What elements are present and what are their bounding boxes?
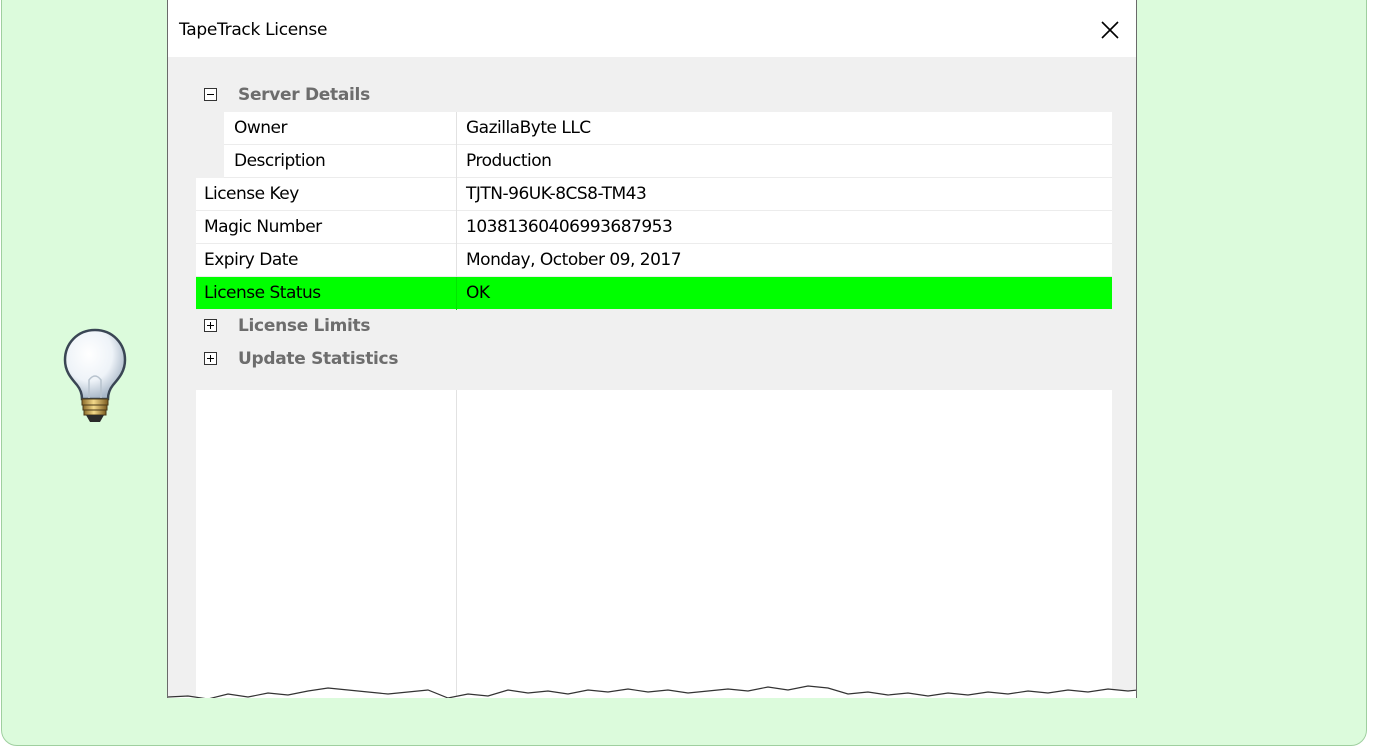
property-name: Description: [234, 151, 326, 171]
category-label: Server Details: [238, 85, 370, 105]
category-server-details[interactable]: Server Details: [196, 79, 1112, 112]
row-separator: [456, 112, 457, 145]
property-name: License Key: [204, 184, 299, 204]
property-row-owner[interactable]: Owner GazillaByte LLC: [196, 112, 1112, 145]
property-row-description[interactable]: Description Production: [196, 145, 1112, 178]
torn-edge: [168, 685, 1136, 698]
row-separator: [456, 211, 457, 244]
property-value[interactable]: GazillaByte LLC: [466, 118, 591, 138]
column-divider[interactable]: [456, 390, 457, 698]
property-name: Expiry Date: [204, 250, 298, 270]
property-name: Owner: [234, 118, 288, 138]
row-separator: [456, 277, 457, 310]
property-value[interactable]: Monday, October 09, 2017: [466, 250, 682, 270]
property-value[interactable]: 10381360406993687953: [466, 217, 673, 237]
license-dialog: TapeTrack License Server Details Owner G…: [167, 0, 1137, 698]
close-button[interactable]: [1090, 12, 1130, 48]
status-value[interactable]: OK: [466, 283, 490, 303]
property-row-license-status[interactable]: License Status OK: [196, 277, 1112, 310]
property-row-license-key[interactable]: License Key TJTN-96UK-8CS8-TM43: [196, 178, 1112, 211]
row-separator: [456, 145, 457, 178]
dialog-title: TapeTrack License: [179, 20, 328, 40]
expand-icon[interactable]: [204, 352, 217, 365]
property-value[interactable]: TJTN-96UK-8CS8-TM43: [466, 184, 647, 204]
property-value[interactable]: Production: [466, 151, 552, 171]
expand-icon[interactable]: [204, 319, 217, 332]
property-grid: Server Details Owner GazillaByte LLC Des…: [196, 79, 1112, 698]
collapse-icon[interactable]: [204, 88, 217, 101]
category-label: License Limits: [238, 316, 371, 336]
category-update-statistics[interactable]: Update Statistics: [196, 343, 1112, 390]
property-name: License Status: [204, 283, 321, 303]
title-bar: TapeTrack License: [168, 0, 1136, 57]
close-icon: [1101, 21, 1119, 39]
property-row-magic-number[interactable]: Magic Number 10381360406993687953: [196, 211, 1112, 244]
row-separator: [456, 244, 457, 277]
row-indent: [196, 112, 224, 145]
row-indent: [196, 145, 224, 178]
category-license-limits[interactable]: License Limits: [196, 310, 1112, 343]
property-row-expiry-date[interactable]: Expiry Date Monday, October 09, 2017: [196, 244, 1112, 277]
property-name: Magic Number: [204, 217, 322, 237]
row-separator: [456, 178, 457, 211]
category-label: Update Statistics: [238, 349, 399, 369]
lightbulb-icon: [63, 328, 127, 422]
